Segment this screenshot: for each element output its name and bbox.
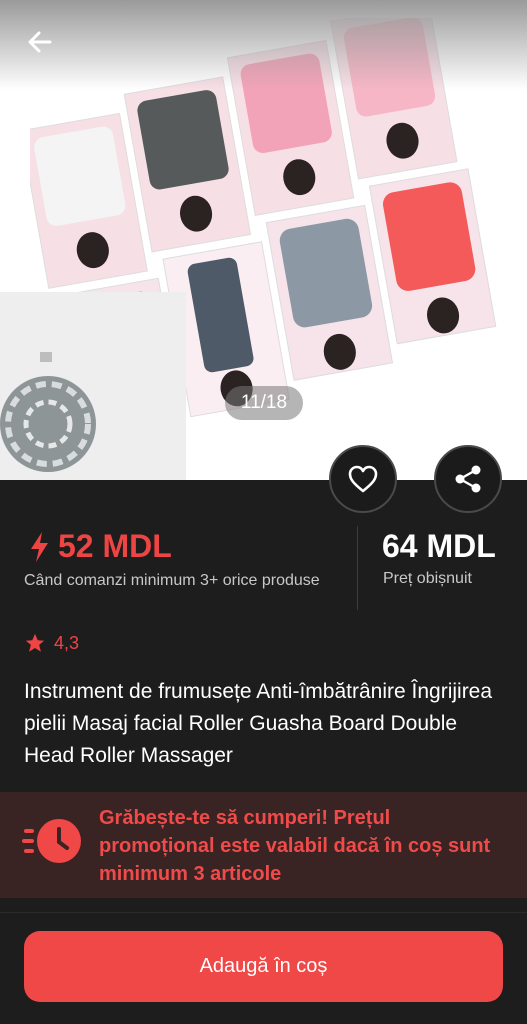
ornament-thumbnail[interactable]	[0, 292, 186, 480]
promo-price: 52 MDL	[28, 528, 172, 565]
bottom-action-bar: Adaugă în coș	[0, 912, 527, 1024]
share-icon	[455, 465, 481, 493]
arrow-left-icon	[28, 31, 52, 53]
regular-price-note: Preț obișnuit	[383, 570, 472, 587]
promo-price-note: Când comanzi minimum 3+ orice produse	[24, 572, 320, 589]
promo-banner: Grăbește-te să cumperi! Prețul promoțion…	[0, 792, 527, 898]
product-image-gallery[interactable]: 11/18	[0, 0, 527, 480]
rating[interactable]: 4,3	[24, 632, 79, 654]
product-title: Instrument de frumusețe Anti-îmbătrânire…	[24, 680, 493, 767]
promo-banner-text: Grăbește-te să cumperi! Prețul promoțion…	[99, 807, 491, 885]
star-icon	[25, 633, 45, 652]
lightning-icon	[31, 531, 48, 562]
promo-price-value: 52 MDL	[58, 528, 172, 564]
regular-price-value: 64 MDL	[382, 528, 496, 564]
share-button[interactable]	[434, 445, 502, 513]
back-button[interactable]	[22, 24, 58, 60]
fast-clock-icon	[22, 819, 81, 863]
price-section: 52 MDL Când comanzi minimum 3+ orice pro…	[0, 520, 527, 612]
heart-icon	[348, 465, 378, 493]
rating-value: 4,3	[54, 632, 80, 653]
image-top-gradient	[0, 0, 527, 90]
image-counter: 11/18	[225, 386, 303, 420]
price-divider	[357, 526, 358, 610]
add-to-cart-button[interactable]: Adaugă în coș	[24, 931, 503, 1002]
favorite-button[interactable]	[329, 445, 397, 513]
